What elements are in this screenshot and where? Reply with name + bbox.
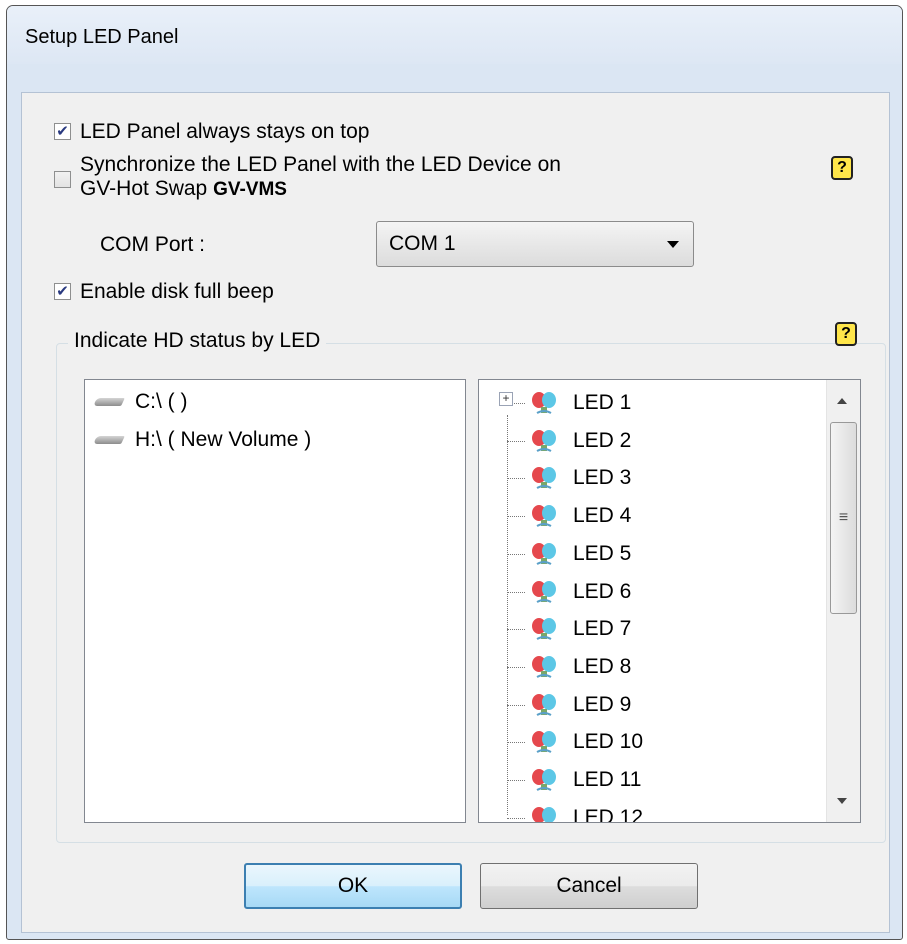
led-bulb-icon — [532, 467, 556, 490]
disk-full-beep-checkbox[interactable]: ✔ — [54, 283, 71, 300]
led-tree-item[interactable]: LED 9 — [479, 687, 819, 724]
hd-status-group-label: Indicate HD status by LED — [68, 329, 327, 353]
drive-item-c[interactable]: C:\ ( ) — [95, 390, 188, 414]
help-glyph: ? — [841, 325, 851, 342]
led-tree-item[interactable]: LED 4 — [479, 498, 819, 535]
sync-label-hotswap: GV-Hot Swap — [80, 177, 208, 200]
led-tree-item[interactable]: LED 8 — [479, 649, 819, 686]
scroll-down-arrow-icon[interactable] — [837, 798, 847, 804]
tree-connector — [507, 780, 525, 781]
scrollbar-grip-icon: ≡ — [838, 509, 849, 526]
tree-connector — [507, 516, 525, 518]
help-glyph: ? — [837, 159, 847, 176]
led-bulb-icon — [532, 618, 556, 641]
scrollbar-thumb[interactable]: ≡ — [830, 422, 857, 614]
com-port-value: COM 1 — [389, 232, 456, 255]
ok-button[interactable]: OK — [244, 863, 462, 909]
led-bulb-icon — [532, 731, 556, 754]
setup-led-panel-dialog: Setup LED Panel ✔ LED Panel always stays… — [6, 5, 903, 940]
tree-connector — [507, 704, 525, 706]
led-label: LED 12 — [573, 805, 644, 823]
drive-label: H:\ ( New Volume ) — [135, 428, 312, 451]
led-bulb-icon — [532, 429, 556, 452]
led-bulb-icon — [532, 392, 556, 414]
led-bulb-icon — [532, 769, 556, 791]
always-on-top-label: LED Panel always stays on top — [80, 120, 370, 143]
led-tree-scrollbar[interactable]: ≡ — [826, 380, 860, 822]
led-bulb-icon — [532, 505, 556, 527]
led-tree-item[interactable]: LED 12 — [479, 800, 819, 823]
tree-connector — [507, 817, 525, 819]
drive-list[interactable]: C:\ ( ) H:\ ( New Volume ) — [84, 379, 466, 823]
com-port-label-row: COM Port : — [100, 233, 205, 257]
com-port-select[interactable]: COM 1 — [376, 221, 694, 267]
always-on-top-checkbox[interactable]: ✔ — [54, 123, 71, 140]
led-bulb-icon — [532, 806, 556, 822]
com-port-label: COM Port : — [100, 233, 206, 256]
led-label: LED 11 — [573, 768, 642, 791]
led-tree-item[interactable]: LED 7 — [479, 611, 819, 648]
sync-help-icon[interactable]: ? — [831, 156, 853, 180]
tree-connector — [507, 666, 525, 668]
always-on-top-option[interactable]: ✔ LED Panel always stays on top — [54, 120, 370, 144]
led-tree-item[interactable]: LED 6 — [479, 574, 819, 611]
led-label: LED 8 — [573, 654, 632, 678]
led-label: LED 2 — [573, 428, 632, 452]
led-bulb-icon — [532, 542, 556, 565]
tree-connector — [507, 553, 525, 555]
led-tree-item[interactable]: LED 1 — [479, 385, 819, 422]
led-bulb-icon — [532, 655, 556, 678]
sync-label-vms: GV-VMS — [213, 179, 287, 200]
led-label: LED 10 — [573, 730, 644, 754]
expand-icon[interactable]: + — [499, 392, 513, 406]
led-tree[interactable]: LED 1 LED 2 LED 3 LED 4 LED 5 LED 6 LED 7 LED 8… — [478, 379, 861, 823]
led-label: LED 1 — [573, 391, 632, 414]
tree-connector — [507, 629, 525, 631]
led-label: LED 7 — [573, 617, 632, 641]
hd-status-help-icon[interactable]: ? — [835, 322, 857, 346]
led-label: LED 6 — [573, 579, 632, 603]
led-bulb-icon — [532, 580, 556, 603]
led-bulb-icon — [532, 693, 556, 716]
led-label: LED 5 — [573, 541, 632, 565]
led-tree-item[interactable]: LED 5 — [479, 536, 819, 573]
sync-option[interactable]: Synchronize the LED Panel with the LED D… — [54, 153, 561, 202]
hard-drive-icon — [95, 396, 125, 408]
sync-label-line2: GV-Hot Swap GV-VMS — [80, 177, 561, 202]
tree-connector — [507, 478, 525, 480]
chevron-down-icon — [667, 241, 679, 248]
sync-label-line1: Synchronize the LED Panel with the LED D… — [80, 153, 561, 176]
led-tree-item[interactable]: LED 2 — [479, 423, 819, 460]
led-tree-item[interactable]: LED 10 — [479, 724, 819, 761]
title-bar[interactable]: Setup LED Panel — [7, 6, 902, 64]
led-tree-item[interactable]: LED 3 — [479, 460, 819, 497]
tree-connector — [507, 440, 525, 442]
hard-drive-icon — [95, 434, 125, 446]
scroll-up-arrow-icon[interactable] — [837, 398, 847, 404]
sync-label: Synchronize the LED Panel with the LED D… — [80, 153, 561, 202]
drive-label: C:\ ( ) — [135, 390, 188, 413]
led-label: LED 3 — [573, 466, 632, 490]
led-label: LED 4 — [573, 504, 632, 528]
dialog-body: ✔ LED Panel always stays on top Synchron… — [21, 92, 890, 933]
drive-item-h[interactable]: H:\ ( New Volume ) — [95, 428, 311, 452]
sync-checkbox[interactable] — [54, 171, 71, 188]
disk-full-beep-label: Enable disk full beep — [80, 280, 274, 303]
cancel-button[interactable]: Cancel — [480, 863, 698, 909]
led-tree-item[interactable]: LED 11 — [479, 762, 819, 799]
disk-full-beep-option[interactable]: ✔ Enable disk full beep — [54, 280, 274, 304]
tree-connector — [507, 742, 525, 744]
window-title: Setup LED Panel — [25, 26, 179, 48]
led-label: LED 9 — [573, 692, 632, 716]
tree-connector — [507, 591, 525, 593]
